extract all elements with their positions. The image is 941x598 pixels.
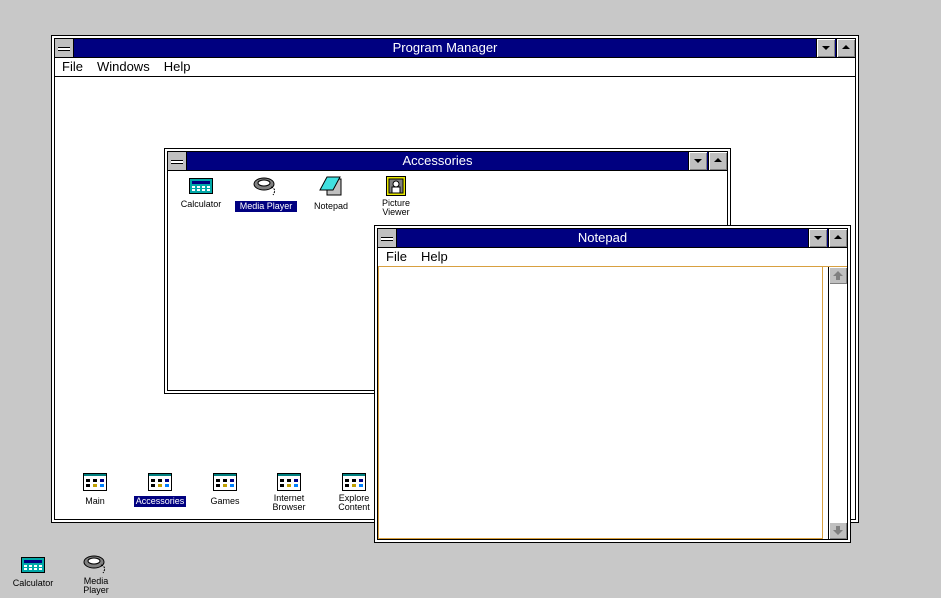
program-label: Calculator — [180, 199, 222, 209]
maximize-icon — [714, 158, 722, 162]
program-group-icon — [213, 473, 237, 491]
desktop-icon-media-player[interactable]: Media Player — [63, 554, 129, 598]
minimize-icon — [694, 159, 702, 163]
system-menu-button[interactable] — [378, 229, 397, 247]
group-label: Accessories — [133, 496, 187, 507]
scroll-up-button[interactable] — [829, 267, 847, 284]
system-menu-button[interactable] — [168, 152, 187, 170]
arrow-up-icon — [833, 271, 843, 280]
desktop-icon-label: Calculator — [12, 578, 54, 588]
media-player-icon — [253, 177, 276, 196]
group-label: Explore Content — [338, 493, 370, 512]
menu-file[interactable]: File — [378, 248, 413, 266]
notepad-titlebar[interactable]: Notepad — [378, 229, 847, 248]
maximize-icon — [842, 45, 850, 49]
program-group-icon — [277, 473, 301, 491]
group-icon-internet-browser[interactable]: Internet Browser — [256, 473, 322, 515]
program-item-media-player[interactable]: Media Player — [233, 176, 299, 214]
program-item-picture-viewer[interactable]: Picture Viewer — [363, 176, 429, 220]
group-icon-games[interactable]: Games — [192, 473, 258, 509]
media-player-icon — [83, 555, 106, 574]
group-label: Internet Browser — [272, 493, 306, 512]
program-group-icon — [148, 473, 172, 491]
menu-help[interactable]: Help — [413, 248, 454, 266]
menu-file[interactable]: File — [55, 58, 89, 76]
desktop-icon-calculator[interactable]: Calculator — [0, 557, 66, 591]
maximize-icon — [834, 235, 842, 239]
system-menu-icon — [58, 47, 70, 51]
menu-windows[interactable]: Windows — [89, 58, 156, 76]
window-title: Accessories — [402, 153, 473, 168]
maximize-button[interactable] — [828, 229, 847, 247]
program-group-icon — [342, 473, 366, 491]
menu-help[interactable]: Help — [156, 58, 197, 76]
window-title: Notepad — [577, 230, 628, 245]
vertical-scrollbar[interactable] — [828, 267, 847, 539]
minimize-button[interactable] — [816, 39, 835, 57]
maximize-button[interactable] — [708, 152, 727, 170]
program-item-calculator[interactable]: Calculator — [168, 178, 234, 212]
program-label: Media Player — [235, 201, 297, 212]
notepad-frame: Notepad File Help — [378, 229, 847, 539]
program-manager-menubar: File Windows Help — [55, 58, 855, 77]
notepad-window: Notepad File Help — [374, 225, 851, 543]
maximize-button[interactable] — [836, 39, 855, 57]
group-label: Main — [85, 496, 105, 506]
scroll-down-button[interactable] — [829, 522, 847, 539]
minimize-button[interactable] — [688, 152, 707, 170]
calculator-icon — [189, 178, 213, 194]
program-label: Picture Viewer — [381, 198, 410, 217]
minimize-icon — [822, 46, 830, 50]
minimize-button[interactable] — [808, 229, 827, 247]
minimize-icon — [814, 236, 822, 240]
desktop-icon-label: Media Player — [83, 576, 109, 595]
system-menu-button[interactable] — [55, 39, 74, 57]
group-icon-accessories[interactable]: Accessories — [127, 473, 193, 509]
picture-viewer-icon — [386, 176, 406, 196]
program-item-notepad[interactable]: Notepad — [298, 176, 364, 214]
accessories-titlebar[interactable]: Accessories — [168, 152, 727, 171]
arrow-down-icon — [833, 526, 843, 535]
program-group-icon — [83, 473, 107, 491]
calculator-icon — [21, 557, 45, 573]
window-title: Program Manager — [392, 40, 498, 55]
program-manager-titlebar[interactable]: Program Manager — [55, 39, 855, 58]
program-label: Notepad — [313, 201, 349, 211]
group-icon-main[interactable]: Main — [62, 473, 128, 509]
system-menu-icon — [171, 160, 183, 164]
notepad-text-area[interactable] — [378, 267, 823, 539]
group-label: Games — [210, 496, 240, 506]
notepad-icon — [319, 176, 342, 196]
system-menu-icon — [381, 237, 393, 241]
notepad-menubar: File Help — [378, 248, 847, 267]
